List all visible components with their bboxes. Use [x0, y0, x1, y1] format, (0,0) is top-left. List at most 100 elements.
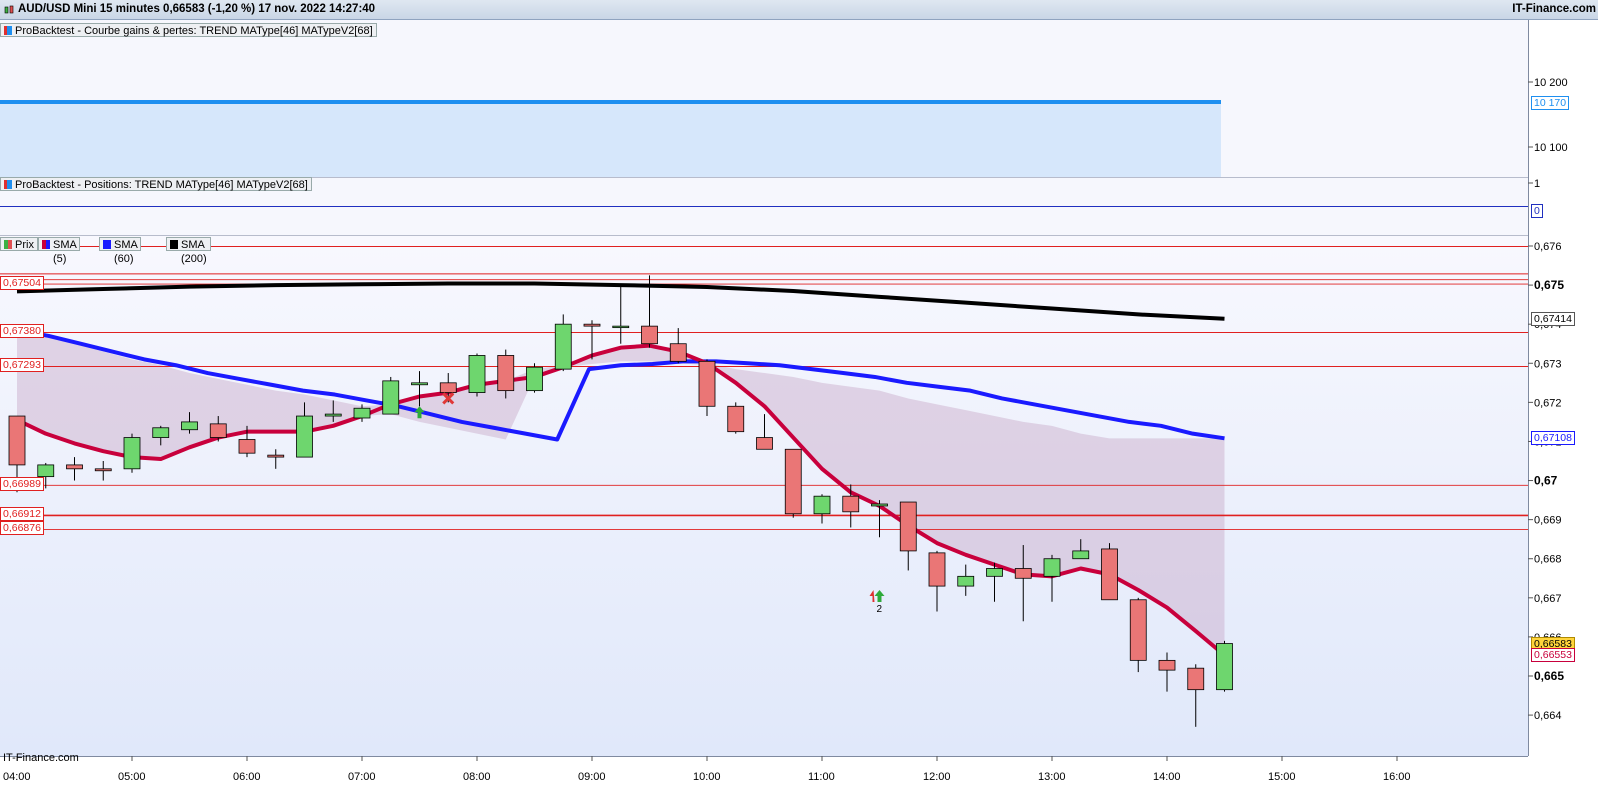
- equity-legend-label: ProBacktest - Courbe gains & pertes: TRE…: [15, 25, 373, 37]
- x-tick-label: 07:00: [348, 771, 376, 783]
- candle-body: [1216, 643, 1233, 691]
- x-tick-label: 06:00: [233, 771, 261, 783]
- candle-body: [1101, 548, 1118, 601]
- legend-prix[interactable]: Prix: [0, 237, 38, 251]
- candle-body: [181, 421, 198, 431]
- level-label: 0,67380: [0, 323, 44, 338]
- candle-body: [784, 448, 802, 515]
- x-tick-label: 16:00: [1383, 771, 1411, 783]
- candle-body: [411, 382, 428, 386]
- legend-sma60[interactable]: SMA (60): [99, 237, 142, 265]
- legend-sma200[interactable]: SMA (200): [166, 237, 211, 265]
- brand-label[interactable]: IT-Finance.com: [1512, 3, 1596, 15]
- y-tick-label: 0,669: [1534, 515, 1562, 527]
- x-tick-label: 09:00: [578, 771, 606, 783]
- candle-body: [353, 407, 371, 419]
- x-tick-label: 08:00: [463, 771, 491, 783]
- chart-area[interactable]: 2 04:00 05:00 06:00 07:00 08:00 09:00 10:00 11:…: [0, 20, 1598, 787]
- candle-body: [238, 439, 256, 454]
- equity-curve: [0, 100, 1221, 104]
- candle-body: [209, 423, 227, 438]
- candle-body: [526, 366, 543, 392]
- watermark: IT-Finance.com: [3, 752, 79, 764]
- candle-body: [1014, 568, 1032, 579]
- price-tag-sma60: 0,67108: [1531, 431, 1575, 446]
- candle-body: [698, 360, 716, 407]
- candle-body: [267, 454, 285, 458]
- equity-tick-1: 10 200: [1534, 77, 1568, 89]
- x-tick-label: 14:00: [1153, 771, 1181, 783]
- candlestick-icon: [4, 5, 14, 14]
- candle-body: [1043, 558, 1061, 577]
- trade-count: 2: [877, 604, 883, 615]
- candle-body: [842, 495, 860, 513]
- price-tag-sma200: 0,67414: [1531, 311, 1575, 326]
- y-tick-label: 0,675: [1534, 278, 1564, 292]
- candle-body: [813, 495, 831, 515]
- candle-body: [871, 503, 888, 507]
- candle-body: [324, 413, 342, 417]
- x-tick-label: 12:00: [923, 771, 951, 783]
- level-label: 0,67293: [0, 358, 44, 372]
- candle-body: [1129, 599, 1147, 661]
- positions-last-tag: 0: [1531, 204, 1543, 218]
- candle-body: [899, 501, 917, 552]
- y-tick-label: 0,664: [1534, 710, 1562, 722]
- candle-body: [641, 325, 658, 345]
- candle-body: [1072, 550, 1090, 560]
- candle-body: [497, 355, 515, 392]
- price-panel: [0, 236, 1528, 756]
- legend-swatch: [4, 26, 12, 35]
- x-tick-label: 04:00: [3, 771, 31, 783]
- candle-body: [986, 568, 1003, 577]
- x-tick-label: 13:00: [1038, 771, 1066, 783]
- y-tick-label: 0,667: [1534, 593, 1562, 605]
- positions-legend-label: ProBacktest - Positions: TREND MAType[46…: [15, 179, 308, 191]
- candle-body: [583, 323, 601, 327]
- candle-body: [37, 464, 55, 478]
- level-label: 0,66876: [0, 521, 44, 536]
- candle-body: [669, 343, 687, 362]
- equity-last-tag: 10 170: [1531, 96, 1570, 110]
- candle-body: [439, 382, 457, 393]
- x-tick-label: 10:00: [693, 771, 721, 783]
- equity-legend[interactable]: ProBacktest - Courbe gains & pertes: TRE…: [0, 23, 377, 37]
- candle-body: [1158, 659, 1176, 671]
- chart-title: AUD/USD Mini 15 minutes 0,66583 (-1,20 %…: [18, 3, 376, 15]
- title-bar: AUD/USD Mini 15 minutes 0,66583 (-1,20 %…: [0, 0, 1598, 20]
- legend-sma5[interactable]: SMA (5): [38, 237, 81, 265]
- candle-body: [8, 415, 26, 466]
- candle-body: [1187, 667, 1205, 691]
- candle-body: [468, 355, 486, 393]
- candle-body: [66, 464, 83, 470]
- price-tag-sma5: 0,66553: [1531, 648, 1575, 663]
- y-tick-label: 0,672: [1534, 397, 1562, 409]
- candle-body: [612, 325, 630, 329]
- candle-body: [152, 427, 170, 438]
- legend-swatch: [4, 180, 12, 189]
- candle-body: [94, 468, 112, 472]
- level-label: 0,67504: [0, 275, 44, 290]
- candle-body: [928, 552, 946, 587]
- y-tick-label: 0,673: [1534, 358, 1562, 370]
- candle-body: [123, 437, 141, 470]
- level-label: 0,66912: [0, 506, 44, 521]
- candle-body: [756, 437, 773, 450]
- candle-body: [727, 405, 745, 433]
- level-label: 0,66989: [0, 476, 44, 491]
- y-tick-label: 0,67: [1534, 474, 1558, 488]
- x-tick-label: 05:00: [118, 771, 146, 783]
- equity-tick-2: 10 100: [1534, 142, 1568, 154]
- positions-tick-1: 1: [1534, 178, 1540, 190]
- y-tick-label: 0,676: [1534, 241, 1562, 253]
- candle-body: [382, 380, 400, 415]
- candle-body: [296, 415, 313, 458]
- candle-body: [957, 575, 975, 587]
- y-tick-label: 0,668: [1534, 554, 1562, 566]
- equity-area: [0, 102, 1221, 177]
- candle-body: [554, 323, 572, 370]
- x-tick-label: 11:00: [808, 771, 835, 783]
- x-tick-label: 15:00: [1268, 771, 1296, 783]
- positions-legend[interactable]: ProBacktest - Positions: TREND MAType[46…: [0, 177, 312, 191]
- y-tick-label: 0,665: [1534, 669, 1564, 683]
